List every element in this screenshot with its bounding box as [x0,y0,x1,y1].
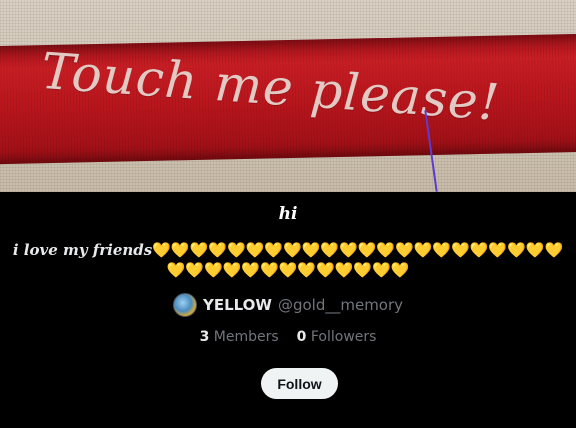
list-banner-image: Touch me please! [0,0,576,192]
followers-label: Followers [310,329,377,345]
list-owner[interactable]: YELLOW @gold__memory [0,293,576,317]
members-count: 3 [199,329,210,345]
list-stats: 3 Members 0 Followers [0,329,576,345]
owner-handle[interactable]: @gold__memory [278,296,403,314]
followers-count: 0 [296,329,307,345]
avatar[interactable] [172,293,197,317]
owner-name[interactable]: YELLOW [203,296,272,314]
members-stat[interactable]: 3 Members [200,329,279,345]
description-hearts: 💛💛💛💛💛💛💛💛💛💛💛💛💛💛💛💛💛💛💛💛💛💛💛💛💛💛💛💛💛💛💛💛💛💛💛 [152,241,564,279]
list-title: hi [278,204,298,224]
followers-stat[interactable]: 0 Followers [297,329,377,345]
description-text: i love my friends [12,241,153,259]
members-label: Members [213,329,279,345]
follow-button[interactable]: Follow [261,368,338,399]
list-header: hi i love my friends💛💛💛💛💛💛💛💛💛💛💛💛💛💛💛💛💛💛💛💛… [0,192,576,428]
list-description: i love my friends💛💛💛💛💛💛💛💛💛💛💛💛💛💛💛💛💛💛💛💛💛💛💛… [12,240,564,280]
